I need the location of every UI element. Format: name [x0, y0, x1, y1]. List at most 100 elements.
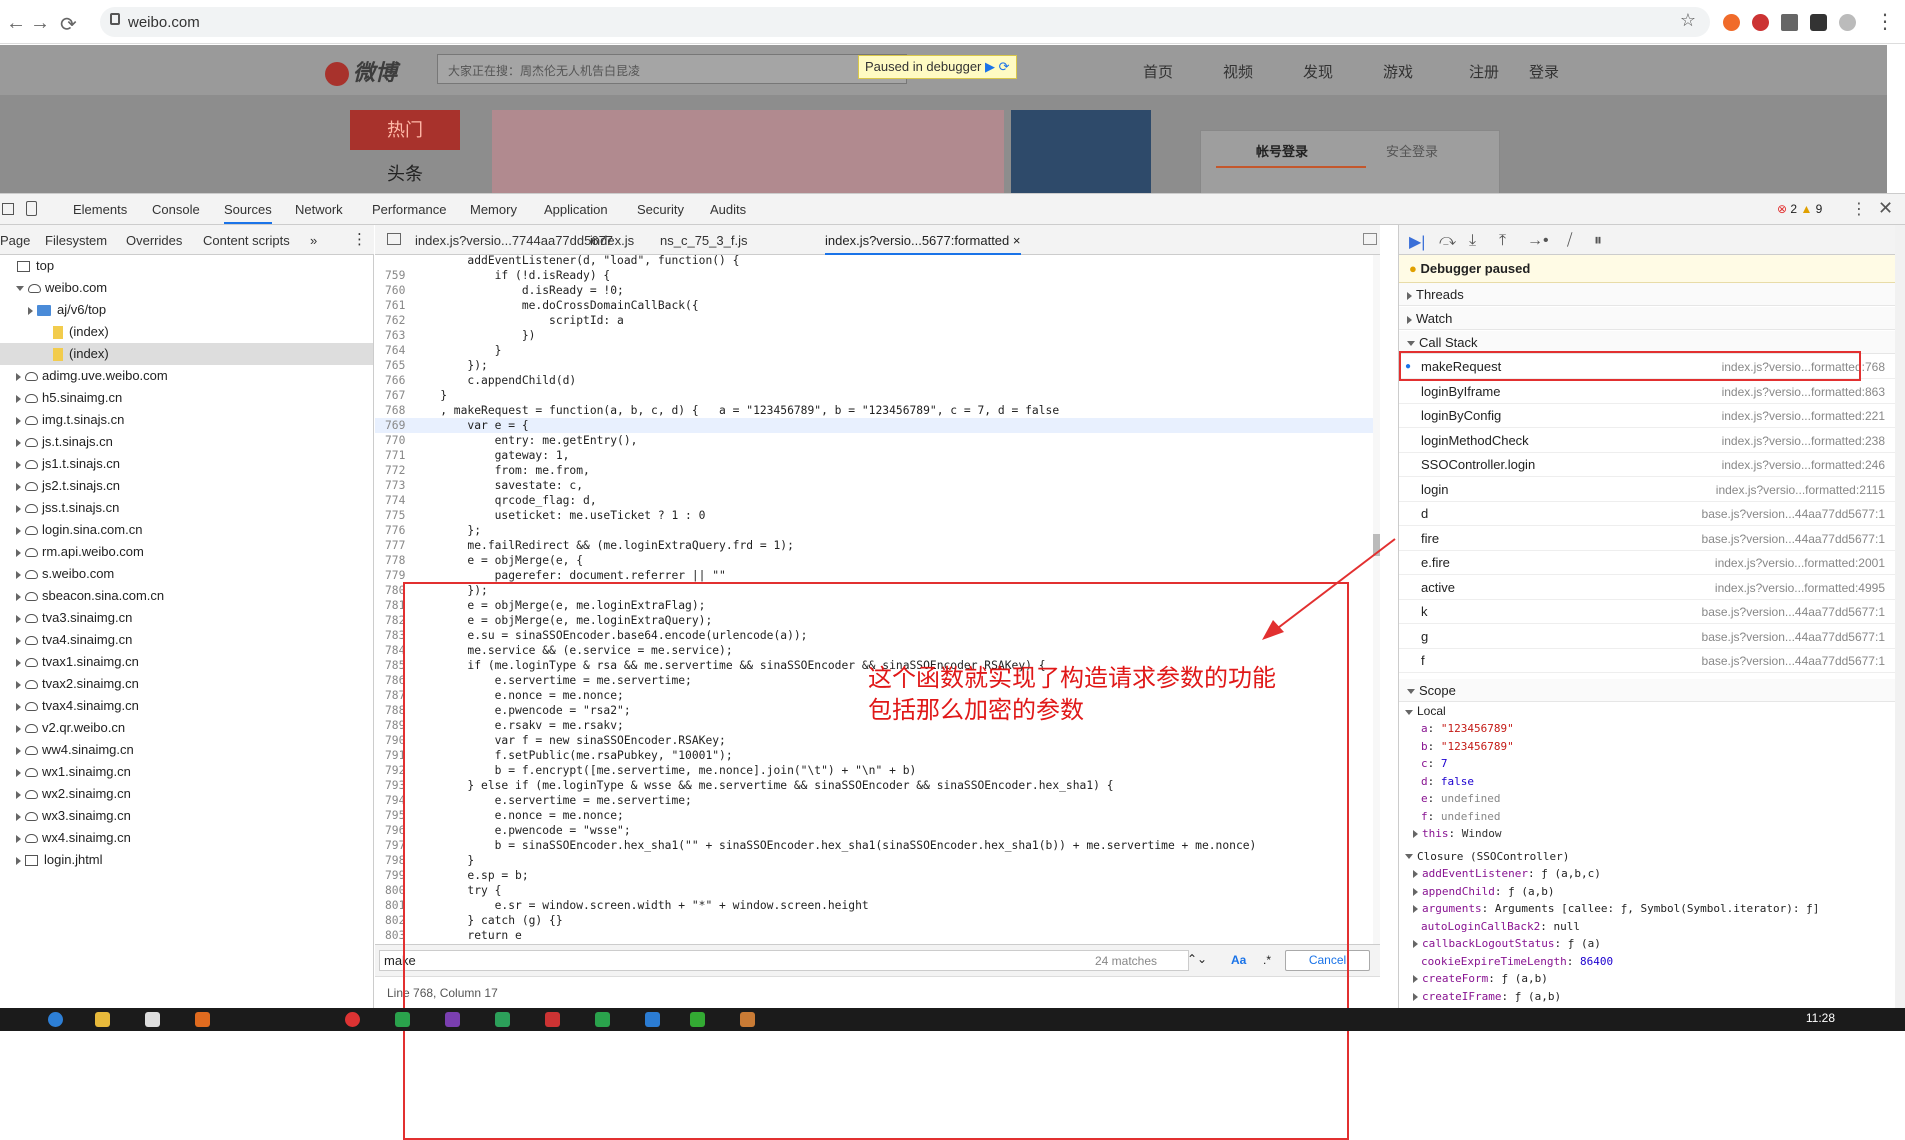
line-number[interactable]: 793 [375, 778, 405, 793]
tree-item[interactable]: weibo.com [0, 277, 373, 299]
address-bar[interactable]: weibo.com ☆ [100, 7, 1710, 37]
toggle-navigator-icon[interactable] [387, 233, 401, 245]
expand-icon[interactable] [16, 504, 21, 513]
extension-icon[interactable] [1752, 14, 1769, 31]
line-number[interactable]: 769 [375, 418, 405, 433]
hot-button[interactable]: 热门 [350, 110, 460, 150]
line-number[interactable]: 798 [375, 853, 405, 868]
more-tabs-icon[interactable]: » [310, 233, 317, 248]
tree-item[interactable]: tva3.sinaimg.cn [0, 607, 373, 629]
nav-discover[interactable]: 发现 [1303, 61, 1333, 82]
watch-section[interactable]: Watch [1399, 307, 1895, 330]
tree-item[interactable]: top [0, 255, 373, 277]
navigator-menu-icon[interactable]: ⋮ [352, 230, 367, 248]
expand-icon[interactable] [16, 768, 21, 777]
line-number[interactable]: 777 [375, 538, 405, 553]
tree-item[interactable]: adimg.uve.weibo.com [0, 365, 373, 387]
close-devtools-icon[interactable]: ✕ [1878, 198, 1893, 219]
tab-security[interactable]: Security [637, 202, 684, 217]
line-number[interactable]: 790 [375, 733, 405, 748]
tab-page[interactable]: Page [0, 233, 30, 248]
scope-variable[interactable]: autoLoginCallBack2: null [1399, 918, 1895, 935]
nav-games[interactable]: 游戏 [1383, 61, 1413, 82]
tab-elements[interactable]: Elements [73, 202, 127, 217]
resume-icon[interactable]: ▶| [1409, 232, 1425, 252]
editor-tab[interactable]: ns_c_75_3_f.js [660, 233, 747, 248]
tree-item[interactable]: tvax2.sinaimg.cn [0, 673, 373, 695]
local-scope-header[interactable]: Local [1399, 703, 1895, 720]
tab-secure-login[interactable]: 安全登录 [1386, 141, 1438, 160]
app-icon[interactable] [740, 1012, 755, 1027]
line-number[interactable]: 760 [375, 283, 405, 298]
call-frame[interactable]: e.fire index.js?versio...formatted:2001 [1399, 551, 1895, 575]
device-toolbar-icon[interactable] [26, 201, 37, 216]
chrome-icon[interactable] [345, 1012, 360, 1027]
line-number[interactable]: 766 [375, 373, 405, 388]
error-count[interactable]: ⊗ 2 ▲ 9 [1777, 202, 1822, 216]
nav-home[interactable]: 首页 [1143, 61, 1173, 82]
tab-filesystem[interactable]: Filesystem [45, 233, 107, 248]
call-frame[interactable]: loginMethodCheck index.js?versio...format… [1399, 429, 1895, 453]
line-number[interactable]: 780 [375, 583, 405, 598]
expand-icon[interactable] [16, 526, 21, 535]
tree-item[interactable]: wx3.sinaimg.cn [0, 805, 373, 827]
expand-icon[interactable] [16, 790, 21, 799]
star-icon[interactable]: ☆ [1680, 10, 1696, 31]
call-frame-location[interactable]: index.js?versio...formatted:863 [1722, 380, 1885, 404]
extension-icon[interactable] [1723, 14, 1740, 31]
threads-section[interactable]: Threads [1399, 283, 1895, 306]
resume-icon[interactable]: ▶ ⟳ [985, 59, 1010, 74]
app-icon[interactable] [445, 1012, 460, 1027]
expand-icon[interactable] [16, 372, 21, 381]
call-frame[interactable]: d base.js?version...44aa77dd5677:1 [1399, 502, 1895, 526]
tab-application[interactable]: Application [544, 202, 608, 217]
line-number[interactable]: 763 [375, 328, 405, 343]
line-number[interactable]: 783 [375, 628, 405, 643]
tree-item[interactable]: tvax1.sinaimg.cn [0, 651, 373, 673]
expand-icon[interactable] [16, 592, 21, 601]
nav-register[interactable]: 注册 [1469, 61, 1499, 82]
line-number[interactable]: 784 [375, 643, 405, 658]
line-number[interactable]: 787 [375, 688, 405, 703]
call-frame-location[interactable]: index.js?versio...formatted:2001 [1715, 551, 1885, 575]
scope-variable[interactable]: d: false [1399, 773, 1895, 790]
start-icon[interactable] [48, 1012, 63, 1027]
tab-overrides[interactable]: Overrides [126, 233, 182, 248]
tree-item[interactable]: (index) [0, 321, 373, 343]
inspect-icon[interactable] [2, 203, 14, 215]
step-icon[interactable]: →• [1527, 232, 1549, 250]
line-number[interactable]: 773 [375, 478, 405, 493]
line-number[interactable]: 778 [375, 553, 405, 568]
editor-tab-active[interactable]: index.js?versio...5677:formatted × [825, 233, 1021, 255]
line-number[interactable]: 762 [375, 313, 405, 328]
wechat-icon[interactable] [690, 1012, 705, 1027]
call-frame[interactable]: active index.js?versio...formatted:4995 [1399, 576, 1895, 600]
vscode-icon[interactable] [645, 1012, 660, 1027]
tree-item[interactable]: h5.sinaimg.cn [0, 387, 373, 409]
line-number[interactable]: 797 [375, 838, 405, 853]
weibo-logo[interactable]: 微博 [325, 55, 397, 87]
line-number[interactable]: 789 [375, 718, 405, 733]
step-out-icon[interactable]: ⤒ [1499, 232, 1506, 250]
headline-tab[interactable]: 头条 [387, 160, 423, 186]
nav-video[interactable]: 视频 [1223, 61, 1253, 82]
tree-item[interactable]: img.t.sinajs.cn [0, 409, 373, 431]
expand-icon[interactable] [16, 482, 21, 491]
scope-variable[interactable]: cookieExpireTimeLength: 86400 [1399, 953, 1895, 970]
call-frame[interactable]: SSOController.login index.js?versio...for… [1399, 453, 1895, 477]
tree-item[interactable]: (index) [0, 343, 373, 365]
line-number[interactable]: 772 [375, 463, 405, 478]
line-number[interactable]: 761 [375, 298, 405, 313]
call-frame[interactable]: fire base.js?version...44aa77dd5677:1 [1399, 527, 1895, 551]
call-frame-location[interactable]: index.js?versio...formatted:221 [1722, 404, 1885, 428]
line-number[interactable]: 765 [375, 358, 405, 373]
reload-icon[interactable]: ⟳ [60, 12, 77, 37]
file-explorer-icon[interactable] [95, 1012, 110, 1027]
call-frame[interactable]: f base.js?version...44aa77dd5677:1 [1399, 649, 1895, 673]
tree-item[interactable]: login.jhtml [0, 849, 373, 871]
expand-icon[interactable] [16, 856, 21, 865]
tree-item[interactable]: tvax4.sinaimg.cn [0, 695, 373, 717]
expand-icon[interactable] [16, 834, 21, 843]
tab-performance[interactable]: Performance [372, 202, 446, 217]
scope-variable[interactable]: this: Window [1399, 825, 1895, 842]
